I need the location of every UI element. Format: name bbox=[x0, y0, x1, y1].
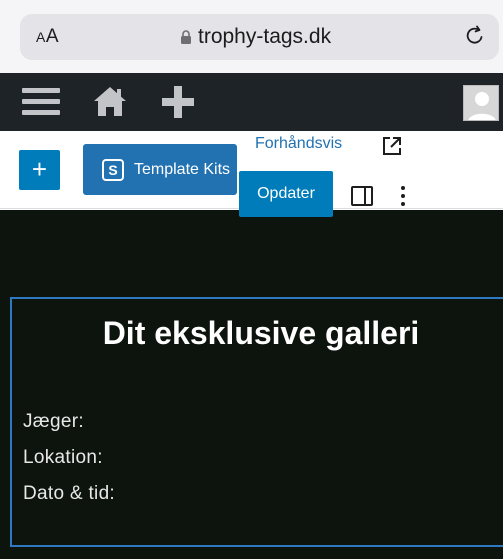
screen: AA trophy-tags.dk + S Template Kits Forh… bbox=[0, 0, 503, 559]
editor-toolbar: + S Template Kits Forhåndsvis Opdater bbox=[0, 131, 503, 217]
update-button[interactable]: Opdater bbox=[239, 171, 333, 217]
reload-icon[interactable] bbox=[463, 24, 487, 48]
plus-icon[interactable] bbox=[160, 84, 196, 120]
lock-icon bbox=[181, 29, 191, 44]
selected-block[interactable]: Dit eksklusive galleri Jæger: Lokation: … bbox=[10, 297, 503, 547]
menu-icon[interactable] bbox=[22, 86, 60, 118]
datetime-label[interactable]: Dato & tid: bbox=[23, 483, 115, 505]
home-icon[interactable] bbox=[92, 83, 128, 119]
template-kits-icon: S bbox=[102, 158, 124, 181]
settings-sidebar-icon[interactable] bbox=[351, 186, 373, 206]
more-options-icon[interactable] bbox=[398, 184, 408, 208]
block-inserter-button[interactable]: + bbox=[19, 150, 60, 190]
user-icon bbox=[468, 92, 496, 120]
external-link-icon[interactable] bbox=[381, 135, 403, 157]
editor-canvas[interactable]: Dit eksklusive galleri Jæger: Lokation: … bbox=[0, 210, 503, 559]
location-label[interactable]: Lokation: bbox=[23, 447, 103, 469]
url-text: trophy-tags.dk bbox=[198, 25, 332, 48]
address-field[interactable]: AA trophy-tags.dk bbox=[20, 14, 499, 60]
template-kits-label: Template Kits bbox=[134, 160, 231, 178]
page-title[interactable]: Dit eksklusive galleri bbox=[12, 315, 503, 352]
hunter-label[interactable]: Jæger: bbox=[23, 411, 84, 433]
avatar[interactable] bbox=[463, 85, 499, 121]
admin-bar bbox=[0, 73, 503, 131]
preview-link[interactable]: Forhåndsvis bbox=[255, 135, 342, 153]
reader-settings-button[interactable]: AA bbox=[36, 26, 59, 48]
template-kits-button[interactable]: S Template Kits bbox=[83, 144, 237, 195]
url-display[interactable]: trophy-tags.dk bbox=[180, 24, 331, 50]
browser-address-bar: AA trophy-tags.dk bbox=[0, 0, 503, 73]
